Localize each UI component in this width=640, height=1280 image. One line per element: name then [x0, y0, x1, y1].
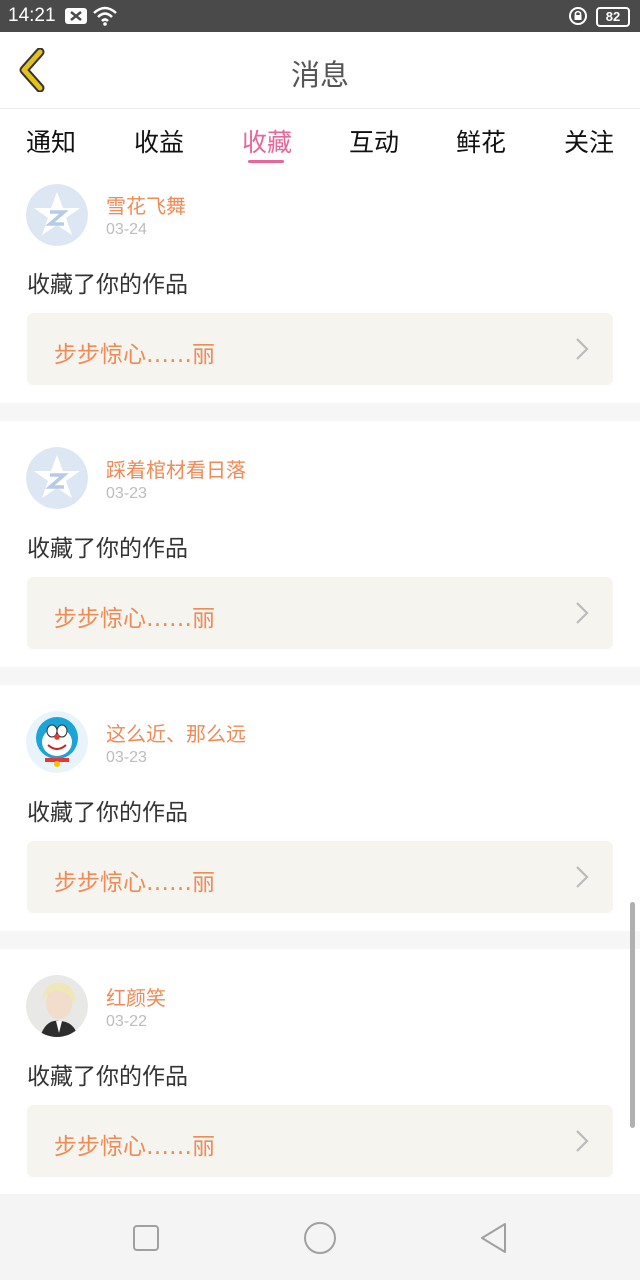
divider — [0, 403, 640, 421]
user-name[interactable]: 红颜笑 — [106, 982, 166, 1011]
page-title: 消息 — [290, 58, 349, 92]
action-text: 收藏了你的作品 — [27, 800, 188, 826]
scrollbar[interactable] — [630, 902, 635, 1128]
wifi-icon — [92, 6, 118, 31]
recents-button[interactable] — [124, 1216, 168, 1260]
user-name[interactable]: 踩着棺材看日落 — [106, 454, 246, 483]
rotation-lock-icon — [568, 6, 588, 31]
tab-notifications[interactable]: 通知 — [26, 123, 76, 159]
action-text: 收藏了你的作品 — [27, 536, 188, 562]
circle-icon — [304, 1222, 336, 1254]
app-header: 消息 — [0, 32, 640, 109]
work-title: 步步惊心……丽 — [54, 1134, 215, 1160]
user-name[interactable]: 这么近、那么远 — [106, 718, 246, 747]
list-item: 这么近、那么远 03-23 收藏了你的作品 步步惊心……丽 — [0, 685, 640, 915]
work-link[interactable]: 步步惊心……丽 — [27, 1105, 613, 1177]
qq-default-avatar[interactable] — [26, 447, 88, 509]
list-item: 踩着棺材看日落 03-23 收藏了你的作品 步步惊心……丽 — [0, 421, 640, 651]
active-tab-indicator — [248, 160, 284, 163]
item-date: 03-23 — [106, 749, 147, 766]
item-date: 03-22 — [106, 1013, 147, 1030]
work-title: 步步惊心……丽 — [54, 606, 215, 632]
status-bar: 14:21 82 — [0, 0, 640, 32]
tab-flowers[interactable]: 鲜花 — [456, 123, 506, 159]
work-link[interactable]: 步步惊心……丽 — [27, 313, 613, 385]
tab-earnings[interactable]: 收益 — [134, 123, 184, 159]
notification-close-icon — [64, 6, 88, 31]
nav-back-button[interactable] — [472, 1216, 516, 1260]
square-icon — [133, 1225, 159, 1251]
item-date: 03-24 — [106, 221, 147, 238]
chevron-right-icon — [576, 338, 589, 360]
doraemon-avatar[interactable] — [26, 711, 88, 773]
list-item: 红颜笑 03-22 收藏了你的作品 步步惊心……丽 — [0, 949, 640, 1179]
divider — [0, 667, 640, 685]
list-item: 雪花飞舞 03-24 收藏了你的作品 步步惊心……丽 — [0, 173, 640, 403]
chevron-right-icon — [576, 866, 589, 888]
chevron-right-icon — [576, 602, 589, 624]
work-title: 步步惊心……丽 — [54, 870, 215, 896]
battery-indicator: 82 — [596, 7, 630, 27]
user-name[interactable]: 雪花飞舞 — [106, 190, 186, 219]
work-link[interactable]: 步步惊心……丽 — [27, 841, 613, 913]
action-text: 收藏了你的作品 — [27, 1064, 188, 1090]
item-date: 03-23 — [106, 485, 147, 502]
portrait-avatar[interactable] — [26, 975, 88, 1037]
triangle-back-icon — [481, 1223, 506, 1253]
system-nav-bar — [0, 1194, 640, 1280]
tab-favorites[interactable]: 收藏 — [242, 123, 292, 159]
work-link[interactable]: 步步惊心……丽 — [27, 577, 613, 649]
action-text: 收藏了你的作品 — [27, 272, 188, 298]
work-title: 步步惊心……丽 — [54, 342, 215, 368]
tab-bar: 通知 收益 收藏 互动 鲜花 关注 — [0, 109, 640, 173]
tab-interaction[interactable]: 互动 — [349, 123, 399, 159]
divider — [0, 931, 640, 949]
tab-following[interactable]: 关注 — [564, 123, 614, 159]
status-time: 14:21 — [8, 5, 56, 26]
qq-default-avatar[interactable] — [26, 184, 88, 246]
chevron-right-icon — [576, 1130, 589, 1152]
home-button[interactable] — [298, 1216, 342, 1260]
